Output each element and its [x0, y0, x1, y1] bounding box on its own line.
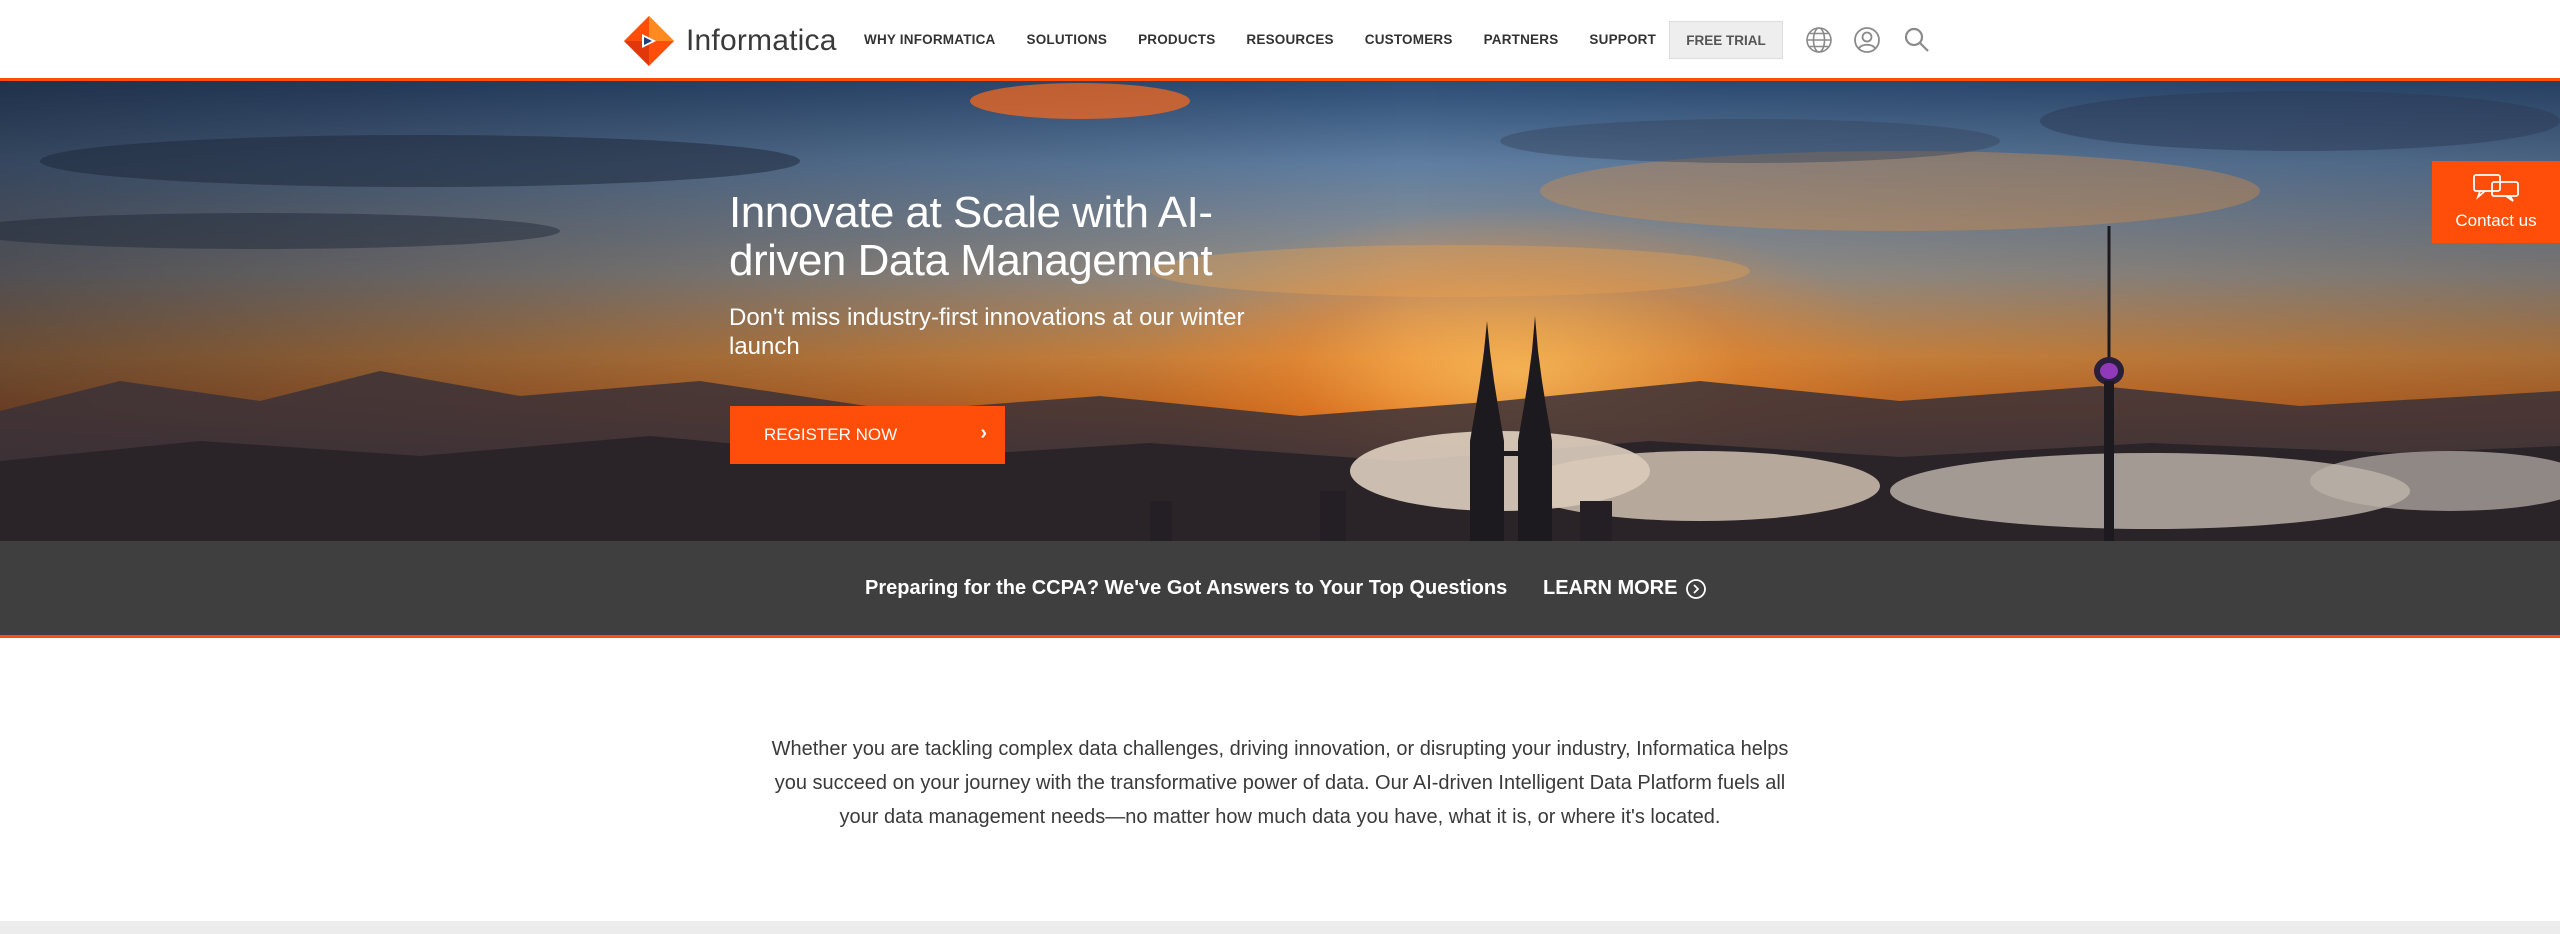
search-icon[interactable] — [1901, 24, 1933, 56]
hero-banner: Innovate at Scale with AI-driven Data Ma… — [0, 81, 2560, 541]
logo-diamond-icon — [624, 16, 674, 66]
contact-us-label: Contact us — [2455, 211, 2537, 230]
free-trial-button[interactable]: FREE TRIAL — [1669, 21, 1783, 59]
nav-products[interactable]: PRODUCTS — [1138, 32, 1215, 47]
ccpa-banner-text: Preparing for the CCPA? We've Got Answer… — [865, 577, 1508, 599]
chat-bubbles-icon — [2473, 174, 2519, 202]
nav-partners[interactable]: PARTNERS — [1484, 32, 1559, 47]
circle-arrow-icon — [1686, 578, 1707, 599]
chevron-right-icon: › — [980, 422, 987, 444]
logo-wordmark: Informatica — [686, 24, 837, 57]
user-icon[interactable] — [1851, 24, 1883, 56]
nav-support[interactable]: SUPPORT — [1589, 32, 1656, 47]
register-now-label: REGISTER NOW — [764, 425, 898, 444]
section-divider-strip — [0, 921, 2560, 934]
hero-skyline-image — [0, 83, 2560, 541]
informatica-logo[interactable]: Informatica — [622, 14, 837, 68]
globe-icon[interactable] — [1803, 24, 1835, 56]
nav-resources[interactable]: RESOURCES — [1246, 32, 1333, 47]
learn-more-link[interactable]: LEARN MORE — [1543, 577, 1707, 600]
contact-us-tab[interactable]: Contact us — [2432, 161, 2560, 243]
ccpa-banner: Preparing for the CCPA? We've Got Answer… — [0, 541, 2560, 638]
hero-title: Innovate at Scale with AI-driven Data Ma… — [729, 188, 1213, 285]
site-header: Informatica WHY INFORMATICA SOLUTIONS PR… — [0, 0, 2560, 81]
intro-paragraph: Whether you are tackling complex data ch… — [771, 738, 1789, 828]
register-now-button[interactable]: REGISTER NOW › — [730, 406, 1005, 464]
nav-why-informatica[interactable]: WHY INFORMATICA — [864, 32, 996, 47]
nav-solutions[interactable]: SOLUTIONS — [1027, 32, 1108, 47]
hero-subtitle: Don't miss industry-first innovations at… — [729, 304, 1245, 360]
learn-more-label: LEARN MORE — [1543, 577, 1678, 599]
main-nav: WHY INFORMATICA SOLUTIONS PRODUCTS RESOU… — [864, 0, 1656, 78]
nav-customers[interactable]: CUSTOMERS — [1365, 32, 1453, 47]
